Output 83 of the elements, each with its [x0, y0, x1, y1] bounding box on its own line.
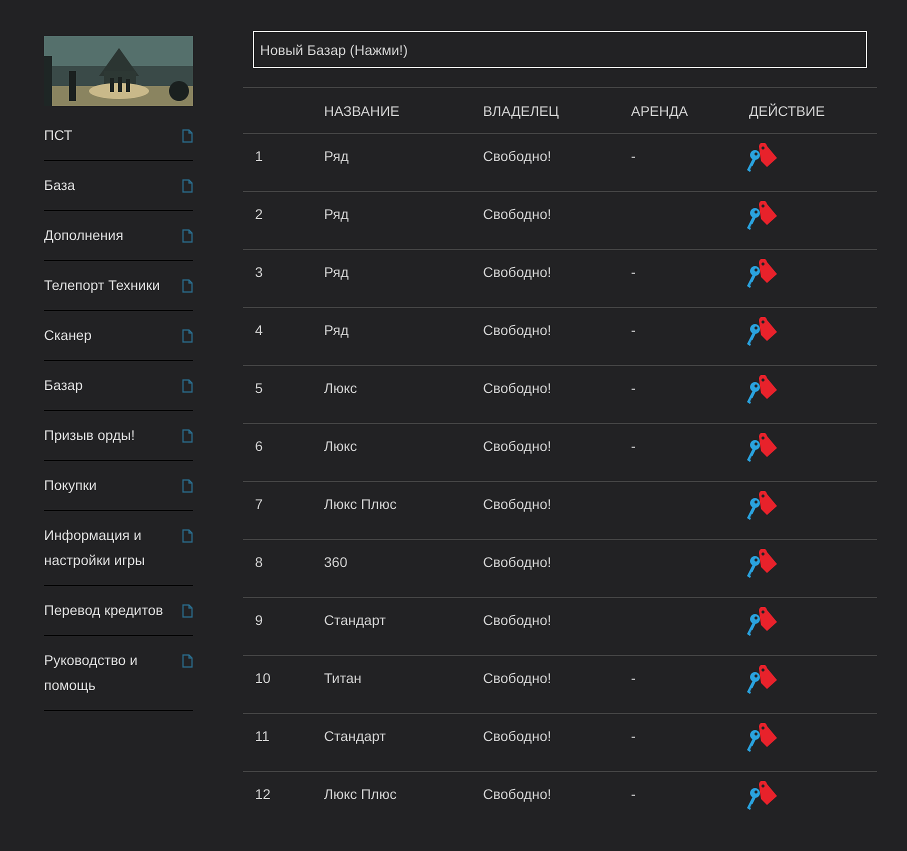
table-cell-text: Люкс Плюс: [324, 785, 397, 804]
table-cell-text: -: [631, 437, 636, 456]
row-number: 2: [255, 205, 263, 224]
key-tag-icon[interactable]: [744, 433, 778, 465]
table-cell-text: Свободно!: [483, 727, 552, 746]
table-cell-text: Свободно!: [483, 785, 552, 804]
document-icon: [182, 329, 193, 343]
new-bazaar-button[interactable]: Новый Базар (Нажми!): [253, 31, 867, 68]
table-cell-text: Свободно!: [483, 495, 552, 514]
document-icon: [182, 129, 193, 143]
table-cell-text: -: [631, 263, 636, 282]
column-header: ДЕЙСТВИЕ: [749, 102, 825, 118]
table-cell-text: -: [631, 321, 636, 340]
document-icon: [182, 479, 193, 493]
row-number: 6: [255, 437, 263, 456]
column-header: НАЗВАНИЕ: [324, 102, 400, 118]
sidebar-item[interactable]: Перевод кредитов: [44, 598, 164, 623]
row-number: 12: [255, 785, 271, 804]
table-cell-text: Люкс Плюс: [324, 495, 397, 514]
table-cell-text: Свободно!: [483, 553, 552, 572]
table-cell-text: Ряд: [324, 321, 349, 340]
table-cell-text: Свободно!: [483, 205, 552, 224]
key-tag-icon[interactable]: [744, 723, 778, 755]
row-number: 3: [255, 263, 263, 282]
table-cell-text: Свободно!: [483, 669, 552, 688]
key-tag-icon[interactable]: [744, 259, 778, 291]
table-cell-text: Люкс: [324, 437, 357, 456]
key-tag-icon[interactable]: [744, 549, 778, 581]
sidebar-item[interactable]: База: [44, 173, 76, 198]
key-tag-icon[interactable]: [744, 491, 778, 523]
table-cell-text: Ряд: [324, 263, 349, 282]
sidebar-item[interactable]: Руководство и помощь: [44, 648, 169, 698]
sidebar-item[interactable]: Информация и настройки игры: [44, 523, 169, 573]
key-tag-icon[interactable]: [744, 143, 778, 175]
table-cell-text: Стандарт: [324, 611, 386, 630]
table-cell-text: 360: [324, 553, 348, 572]
key-tag-icon[interactable]: [744, 665, 778, 697]
key-tag-icon[interactable]: [744, 201, 778, 233]
sidebar-item[interactable]: Дополнения: [44, 223, 124, 248]
row-number: 11: [255, 727, 270, 746]
row-number: 9: [255, 611, 263, 630]
sidebar-item[interactable]: Сканер: [44, 323, 92, 348]
table-cell-text: Свободно!: [483, 379, 552, 398]
table-cell-text: -: [631, 147, 636, 166]
table-cell-text: -: [631, 785, 636, 804]
sidebar-item[interactable]: Призыв орды!: [44, 423, 135, 448]
key-tag-icon[interactable]: [744, 781, 778, 813]
table-cell-text: Ряд: [324, 147, 349, 166]
table-cell-text: Стандарт: [324, 727, 386, 746]
sidebar-item[interactable]: ПСТ: [44, 123, 72, 148]
table-cell-text: Ряд: [324, 205, 349, 224]
table-cell-text: Титан: [324, 669, 362, 688]
key-tag-icon[interactable]: [744, 317, 778, 349]
key-tag-icon[interactable]: [744, 607, 778, 639]
table-cell-text: -: [631, 727, 636, 746]
sidebar-item[interactable]: Базар: [44, 373, 83, 398]
table-cell-text: Свободно!: [483, 611, 552, 630]
document-icon: [182, 654, 193, 668]
table-cell-text: Свободно!: [483, 321, 552, 340]
key-tag-icon[interactable]: [744, 375, 778, 407]
row-number: 8: [255, 553, 263, 572]
table-cell-text: Свободно!: [483, 263, 552, 282]
row-number: 7: [255, 495, 263, 514]
document-icon: [182, 179, 193, 193]
document-icon: [182, 529, 193, 543]
table-cell-text: -: [631, 379, 636, 398]
table-cell-text: -: [631, 669, 636, 688]
column-header: ВЛАДЕЛЕЦ: [483, 102, 559, 118]
document-icon: [182, 429, 193, 443]
row-number: 5: [255, 379, 263, 398]
row-number: 4: [255, 321, 263, 340]
row-number: 1: [255, 147, 263, 166]
table-cell-text: Люкс: [324, 379, 357, 398]
document-icon: [182, 604, 193, 618]
document-icon: [182, 379, 193, 393]
document-icon: [182, 229, 193, 243]
table-cell-text: Свободно!: [483, 147, 552, 166]
column-header: АРЕНДА: [631, 102, 688, 118]
document-icon: [182, 279, 193, 293]
sidebar-item[interactable]: Телепорт Техники: [44, 273, 160, 298]
row-number: 10: [255, 669, 271, 688]
table-cell-text: Свободно!: [483, 437, 552, 456]
sidebar-item[interactable]: Покупки: [44, 473, 97, 498]
